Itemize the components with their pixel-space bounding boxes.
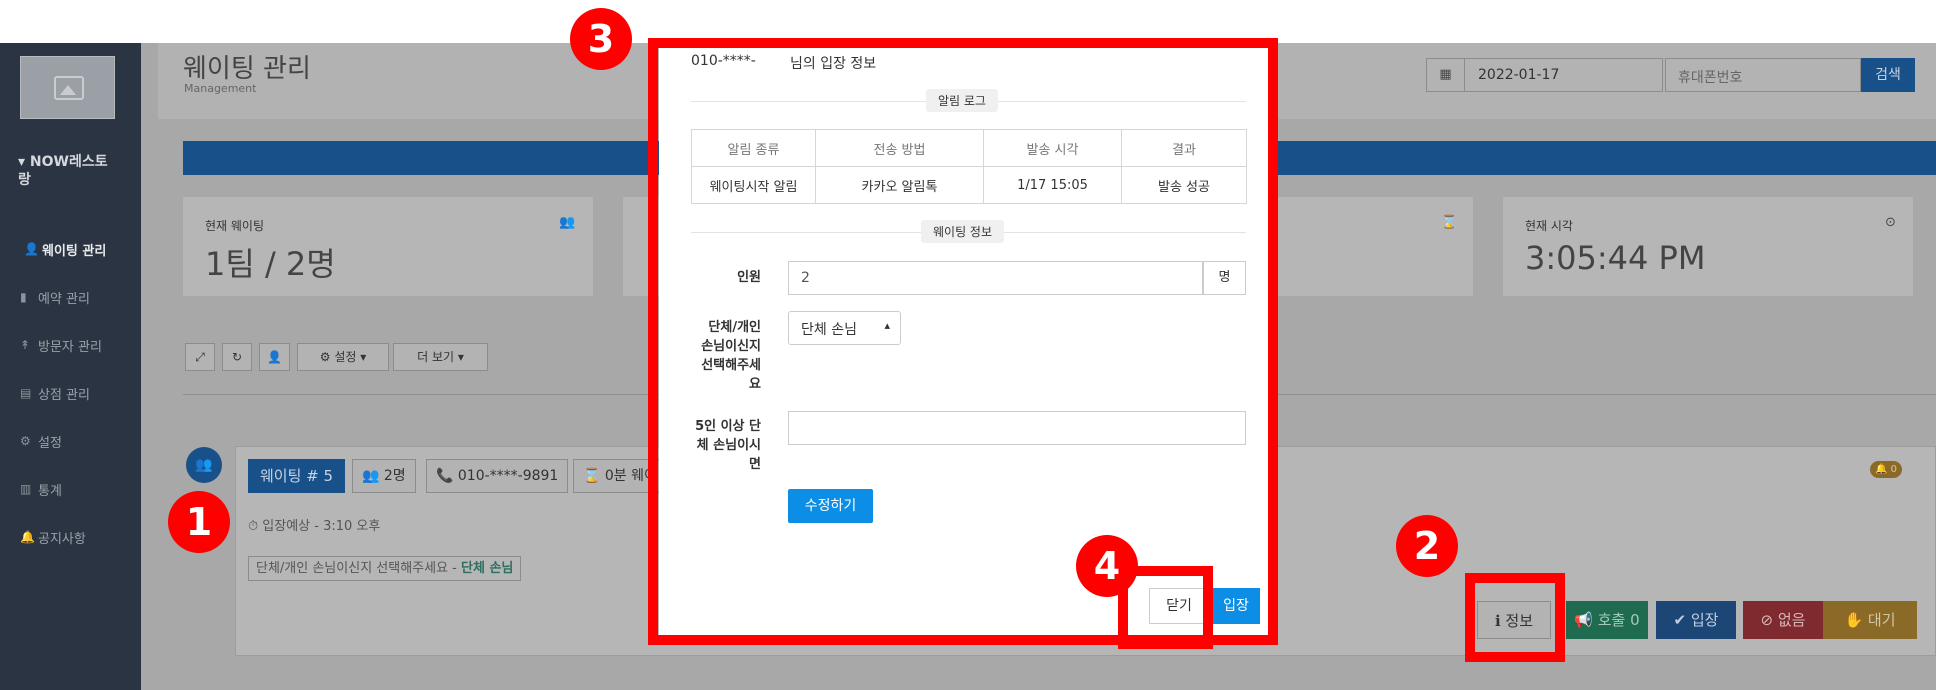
sidebar-item-label: 웨이팅 관리	[42, 243, 107, 259]
search-button[interactable]: 검색	[1861, 58, 1915, 92]
annotation-marker-3: 3	[570, 8, 632, 70]
building-icon: ▤	[20, 386, 32, 400]
user-plus-icon: 👤	[267, 350, 282, 364]
expected-entry-time: ⏱ 입장예상 - 3:10 오후	[248, 519, 381, 534]
page-subtitle: Management	[184, 82, 257, 95]
people-count: 👥 2명	[352, 459, 416, 493]
enter-button[interactable]: ✔ 입장	[1656, 601, 1736, 639]
gear-icon: ⚙	[20, 434, 31, 448]
sidebar-item-notice[interactable]: 🔔 공지사항	[0, 513, 141, 561]
page-title: 웨이팅 관리	[183, 54, 311, 84]
sidebar-item-label: 설정	[38, 435, 62, 451]
sidebar-item-settings[interactable]: ⚙ 설정	[0, 417, 141, 465]
expand-button[interactable]: ⤢	[185, 343, 215, 371]
more-dropdown[interactable]: 더 보기 ▾	[393, 343, 488, 371]
stat-card-current-time: 현재 시각 3:05:44 PM ⊙	[1503, 197, 1913, 296]
call-button[interactable]: 📢 호출 0	[1566, 601, 1648, 639]
waiting-number-badge: 웨이팅 # 5	[248, 459, 346, 493]
sidebar-menu: 👤 웨이팅 관리 ▮ 예약 관리 ↟ 방문자 관리 ▤ 상점 관리 ⚙ 설정 ▥ 통계 🔔 공…	[0, 225, 141, 561]
settings-dropdown[interactable]: ⚙ 설정 ▾	[297, 343, 389, 371]
no-show-button[interactable]: ⊘ 없음	[1743, 601, 1823, 639]
annotation-box-modal	[648, 38, 1278, 645]
sidebar: ▾ NOW레스토랑 👤 웨이팅 관리 ▮ 예약 관리 ↟ 방문자 관리 ▤ 상점 관리 …	[0, 43, 141, 690]
clock-icon: ⊙	[1885, 215, 1896, 230]
image-placeholder-icon	[54, 76, 84, 100]
date-picker[interactable]: ▦ 2022-01-17	[1426, 58, 1663, 92]
hourglass-icon: ⌛	[1441, 215, 1458, 230]
phone-search-input[interactable]: 휴대폰번호	[1665, 58, 1861, 92]
stat-card-3: ⌛	[1271, 197, 1473, 296]
sidebar-item-label: 예약 관리	[38, 291, 90, 307]
expand-icon: ⤢	[195, 350, 205, 364]
sidebar-item-visitors[interactable]: ↟ 방문자 관리	[0, 321, 141, 369]
refresh-icon: ↻	[231, 350, 243, 364]
sidebar-item-label: 상점 관리	[38, 387, 90, 403]
calendar-icon: ▦	[1427, 59, 1465, 91]
sidebar-item-label: 공지사항	[38, 531, 86, 547]
sidebar-item-stats[interactable]: ▥ 통계	[0, 465, 141, 513]
sidebar-item-reservation[interactable]: ▮ 예약 관리	[0, 273, 141, 321]
choice-value: 단체 손님	[461, 561, 514, 576]
store-name[interactable]: ▾ NOW레스토랑	[18, 153, 118, 189]
user-plus-icon: 👤	[24, 242, 39, 256]
group-choice-tag: 단체/개인 손님이신지 선택해주세요 - 단체 손님	[248, 556, 522, 581]
hold-button[interactable]: ✋ 대기	[1823, 601, 1917, 639]
phone-number: 📞 010-****-9891	[426, 459, 569, 493]
stat-value: 1팀 / 2명	[205, 245, 336, 283]
store-logo	[20, 56, 115, 119]
sidebar-item-waiting[interactable]: 👤 웨이팅 관리	[0, 225, 141, 273]
bell-icon: 🔔	[20, 530, 35, 544]
annotation-box-info	[1465, 573, 1565, 662]
annotation-marker-1: 1	[168, 491, 230, 553]
walker-icon: ↟	[20, 338, 31, 352]
bell-count-badge: 🔔 0	[1870, 461, 1902, 478]
add-user-button[interactable]: 👤	[259, 343, 290, 371]
annotation-marker-4: 4	[1076, 535, 1138, 597]
sidebar-item-label: 통계	[38, 483, 62, 499]
refresh-button[interactable]: ↻	[222, 343, 252, 371]
stat-value: 3:05:44 PM	[1525, 239, 1706, 277]
chart-icon: ▥	[20, 482, 32, 496]
date-value: 2022-01-17	[1478, 67, 1560, 83]
stat-label: 현재 시각	[1525, 219, 1573, 233]
sidebar-item-store[interactable]: ▤ 상점 관리	[0, 369, 141, 417]
users-icon: 👥	[559, 215, 576, 230]
sidebar-item-label: 방문자 관리	[38, 339, 102, 355]
group-avatar-icon: 👥	[186, 447, 222, 483]
stat-label: 현재 웨이팅	[205, 219, 265, 233]
bookmark-icon: ▮	[20, 290, 27, 304]
annotation-marker-2: 2	[1396, 515, 1458, 577]
choice-text: 단체/개인 손님이신지 선택해주세요 -	[256, 561, 462, 576]
stat-card-current-waiting: 현재 웨이팅 1팀 / 2명 👥	[183, 197, 593, 296]
